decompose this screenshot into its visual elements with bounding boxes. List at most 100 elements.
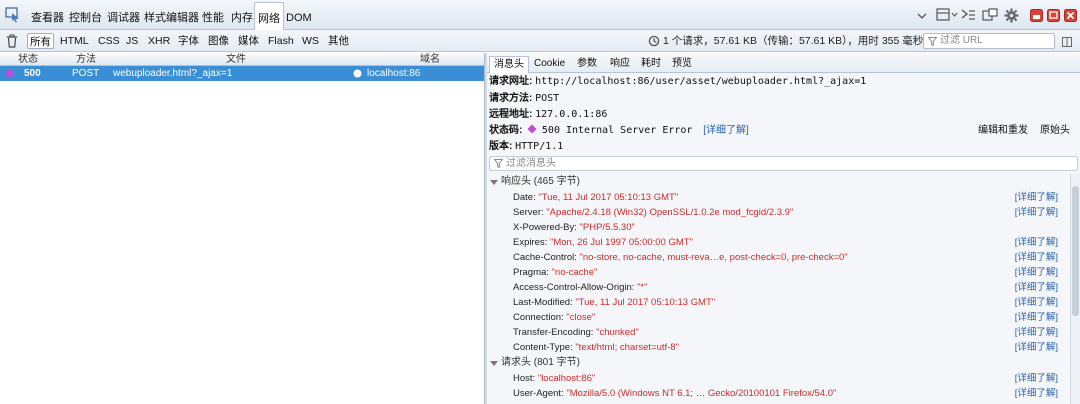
tab-network[interactable]: 网络 — [254, 2, 284, 31]
filter-ws[interactable]: WS — [300, 33, 321, 49]
header-row: Transfer-Encoding: "chunked" [详细了解] — [487, 325, 1080, 340]
tab-performance[interactable]: 性能 — [200, 0, 226, 30]
details-scrollbar[interactable] — [1070, 174, 1080, 404]
remote-address-value: 127.0.0.1:86 — [535, 109, 608, 120]
tab-dom[interactable]: DOM — [284, 0, 314, 30]
header-name-text: Content-Type: — [513, 342, 573, 353]
dock-bottom-icon[interactable] — [1030, 9, 1043, 22]
header-detail-link[interactable]: [详细了解] — [1015, 205, 1058, 220]
scrollbar-thumb[interactable] — [1072, 186, 1079, 316]
filter-all[interactable]: 所有 — [27, 33, 54, 49]
split-console-icon[interactable] — [936, 8, 958, 22]
header-detail-link[interactable]: [详细了解] — [1015, 235, 1058, 250]
filter-fonts[interactable]: 字体 — [176, 33, 201, 49]
header-value: "chunked" — [596, 327, 639, 338]
column-file[interactable]: 文件 — [226, 53, 246, 66]
column-method[interactable]: 方法 — [76, 53, 96, 66]
tab-memory[interactable]: 内存 — [229, 0, 255, 30]
responsive-design-icon[interactable] — [982, 8, 998, 22]
status-code-value: 500 Internal Server Error — [541, 125, 693, 136]
header-name: Expires: "Mon, 26 Jul 1997 05:00:00 GMT" — [513, 235, 693, 250]
header-name: Pragma: "no-cache" — [513, 265, 597, 280]
trash-icon[interactable] — [6, 34, 18, 48]
reload-timer-icon — [648, 35, 660, 47]
status-diamond-icon — [4, 68, 15, 79]
tab-headers[interactable]: 消息头 — [489, 56, 529, 73]
tab-preview[interactable]: 预览 — [668, 56, 696, 73]
filter-html[interactable]: HTML — [58, 33, 91, 49]
header-row: Expires: "Mon, 26 Jul 1997 05:00:00 GMT"… — [487, 235, 1080, 250]
header-detail-link[interactable]: [详细了解] — [1015, 325, 1058, 340]
globe-icon — [353, 69, 362, 78]
filter-js[interactable]: JS — [124, 33, 140, 49]
request-row[interactable]: 500 POST webuploader.html?_ajax=1 localh… — [0, 66, 486, 81]
header-name: Host: "localhost:86" — [513, 371, 595, 386]
header-row: Pragma: "no-cache" [详细了解] — [487, 265, 1080, 280]
request-url-value: http://localhost:86/user/asset/webupload… — [535, 76, 867, 87]
request-headers-section[interactable]: 请求头 (801 字节) — [487, 356, 1080, 370]
header-name: User-Agent: "Mozilla/5.0 (Windows NT 6.1… — [513, 386, 836, 401]
tab-inspector[interactable]: 查看器 — [29, 0, 66, 30]
tab-cookies[interactable]: Cookie — [530, 56, 569, 73]
header-name: X-Powered-By: "PHP/5.5.30" — [513, 220, 635, 235]
header-detail-link[interactable]: [详细了解] — [1015, 280, 1058, 295]
tab-console[interactable]: 控制台 — [67, 0, 104, 30]
header-row: X-Powered-By: "PHP/5.5.30" — [487, 220, 1080, 235]
version-value: HTTP/1.1 — [515, 141, 564, 152]
column-status[interactable]: 状态 — [18, 53, 38, 66]
url-filter-input[interactable]: 过滤 URL — [923, 33, 1055, 49]
header-value: "no-store, no-cache, must-reva…e, post-c… — [579, 252, 848, 263]
chevron-down-icon[interactable] — [917, 11, 927, 21]
filter-css[interactable]: CSS — [96, 33, 122, 49]
header-name-text: Connection: — [513, 312, 564, 323]
console-icon[interactable] — [960, 8, 976, 22]
dock-window-icon[interactable] — [1047, 9, 1060, 22]
edit-resend-button[interactable]: 编辑和重发 — [978, 124, 1028, 138]
remote-address-label: 远程地址: — [489, 109, 533, 120]
response-headers-section[interactable]: 响应头 (465 字节) — [487, 175, 1080, 189]
header-name: Date: "Tue, 11 Jul 2017 05:10:13 GMT" — [513, 190, 678, 205]
header-filter-input[interactable]: 过滤消息头 — [489, 156, 1078, 171]
filter-other[interactable]: 其他 — [326, 33, 351, 49]
tab-style-editor[interactable]: 样式编辑器 — [142, 0, 201, 30]
tab-response[interactable]: 响应 — [606, 56, 634, 73]
header-detail-link[interactable]: [详细了解] — [1015, 295, 1058, 310]
header-detail-link[interactable]: [详细了解] — [1015, 310, 1058, 325]
request-method: POST — [72, 68, 100, 79]
header-row: Date: "Tue, 11 Jul 2017 05:10:13 GMT" [详细… — [487, 190, 1080, 205]
header-detail-link[interactable]: [详细了解] — [1015, 386, 1058, 401]
filter-flash[interactable]: Flash — [266, 33, 296, 49]
status-code-line: 状态码: 500 Internal Server Error [详细了解] — [489, 124, 749, 138]
status-detail-link[interactable]: [详细了解] — [703, 125, 749, 136]
tab-debugger[interactable]: 调试器 — [105, 0, 142, 30]
header-detail-link[interactable]: [详细了解] — [1015, 265, 1058, 280]
header-name: Server: "Apache/2.4.18 (Win32) OpenSSL/1… — [513, 205, 793, 220]
header-row: Access-Control-Allow-Origin: "*" [详细了解] — [487, 280, 1080, 295]
header-value: "Mon, 26 Jul 1997 05:00:00 GMT" — [549, 237, 693, 248]
toggle-details-icon[interactable] — [1062, 37, 1072, 47]
raw-headers-button[interactable]: 原始头 — [1040, 124, 1070, 138]
header-value: "Tue, 11 Jul 2017 05:10:13 GMT" — [575, 297, 716, 308]
header-detail-link[interactable]: [详细了解] — [1015, 190, 1058, 205]
gear-icon[interactable] — [1004, 8, 1019, 23]
header-row: Host: "localhost:86" [详细了解] — [487, 371, 1080, 386]
filter-images[interactable]: 图像 — [206, 33, 231, 49]
header-detail-link[interactable]: [详细了解] — [1015, 371, 1058, 386]
tab-params[interactable]: 参数 — [573, 56, 601, 73]
header-name: Last-Modified: "Tue, 11 Jul 2017 05:10:1… — [513, 295, 715, 310]
header-value: "PHP/5.5.30" — [579, 222, 635, 233]
header-row: Server: "Apache/2.4.18 (Win32) OpenSSL/1… — [487, 205, 1080, 220]
header-row: Last-Modified: "Tue, 11 Jul 2017 05:10:1… — [487, 295, 1080, 310]
devtools-toolbar: 查看器 控制台 调试器 样式编辑器 性能 内存 网络 DOM — [0, 0, 1080, 31]
header-detail-link[interactable]: [详细了解] — [1015, 250, 1058, 265]
tab-timings[interactable]: 耗时 — [637, 56, 665, 73]
header-detail-link[interactable]: [详细了解] — [1015, 340, 1058, 355]
close-icon[interactable] — [1064, 9, 1077, 22]
funnel-icon — [494, 159, 503, 168]
header-name-text: Access-Control-Allow-Origin: — [513, 282, 635, 293]
filter-xhr[interactable]: XHR — [146, 33, 172, 49]
header-value: "Apache/2.4.18 (Win32) OpenSSL/1.0.2e mo… — [546, 207, 794, 218]
element-picker-icon[interactable] — [5, 7, 21, 23]
filter-media[interactable]: 媒体 — [236, 33, 261, 49]
column-domain[interactable]: 域名 — [420, 53, 440, 66]
